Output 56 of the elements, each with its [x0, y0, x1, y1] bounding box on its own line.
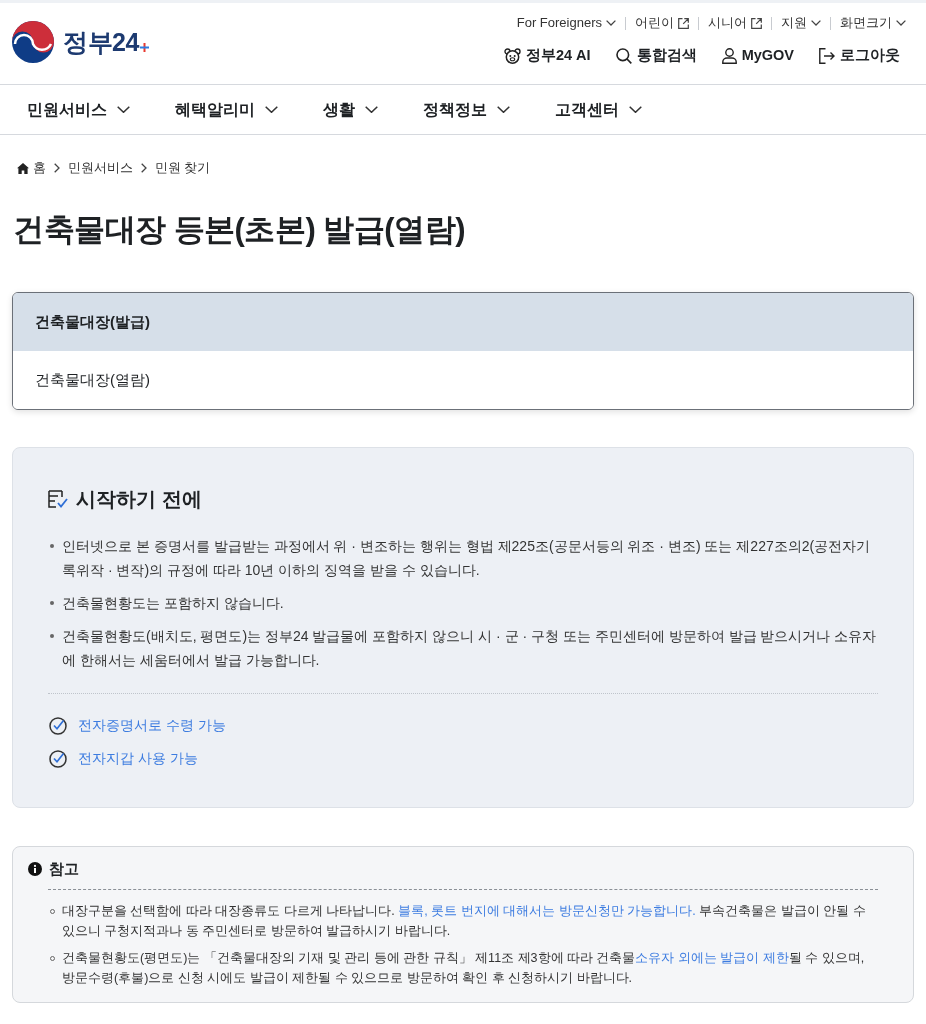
- reference-heading: 참고: [49, 858, 79, 879]
- external-link-icon: [678, 17, 689, 29]
- option-tab[interactable]: 건축물대장(열람): [13, 350, 913, 409]
- search-icon: [615, 47, 632, 64]
- bear-face-icon: [503, 47, 521, 64]
- nav-menu-item[interactable]: 혜택알리미: [175, 97, 278, 122]
- nav-menu-item[interactable]: 고객센터: [555, 97, 642, 122]
- logo-text[interactable]: 정부24: [63, 26, 139, 57]
- info-icon: [28, 861, 42, 876]
- feature-text: 전자지갑 사용 가능: [78, 749, 198, 769]
- utility-link[interactable]: 어린이: [635, 14, 689, 32]
- utility-link[interactable]: 시니어: [708, 14, 762, 32]
- nav-menu-item[interactable]: 생활: [323, 97, 378, 122]
- user-icon: [721, 47, 737, 64]
- bullet-icon: [50, 543, 54, 548]
- note-text: 건축물현황도는 포함하지 않습니다.: [62, 593, 284, 613]
- breadcrumb-link[interactable]: 홈: [17, 159, 46, 178]
- breadcrumb-link[interactable]: 민원 찾기: [155, 159, 211, 178]
- check-circle-icon: [49, 749, 67, 768]
- nav-menu-item[interactable]: 정책정보: [423, 97, 510, 122]
- note-text: 인터넷으로 본 증명서를 발급받는 과정에서 위 · 변조하는 행위는 형법 제225조(공문서등의 위조 · 변조) 또는 제227조의2(공전자기록위작 · 변작)의 규정에 따라 10년 이하의 징역을 받을 수 있습니다.: [62, 536, 872, 580]
- reference-text: 건축물현황도(평면도)는 「건축물대장의 기재 및 관리 등에 관한 규칙」 제11조 제3항에 따라 건축물소유자 외에는 발급이 제한될 수 있으며, 방문수령(후불)으로 신청 시에도 발급이 제한될 수 있으므로 방문하여 확인 후 신청하시기 바랍니다.: [62, 949, 866, 987]
- note-text: 건축물현황도(배치도, 평면도)는 정부24 발급물에 포함하지 않으니 시 · 군 · 구청 또는 주민센터에 방문하여 발급 받으시거나 소유자에 한해서는 세움터에서 발급 가능합니다.: [62, 626, 878, 670]
- chevron-down-icon: [606, 20, 616, 26]
- chevron-right-icon: [54, 163, 60, 174]
- breadcrumb-link[interactable]: 민원서비스: [68, 159, 133, 178]
- home-icon: [17, 162, 29, 174]
- logout-icon: [819, 47, 835, 64]
- chevron-down-icon: [811, 20, 821, 26]
- header-link[interactable]: MyGOV: [721, 45, 794, 67]
- checklist-icon: [48, 488, 68, 509]
- chevron-down-icon: [117, 106, 130, 113]
- external-link-icon: [751, 17, 762, 29]
- header-link[interactable]: 로그아웃: [819, 45, 900, 67]
- chevron-down-icon: [896, 20, 906, 26]
- option-tab[interactable]: 건축물대장(발급): [13, 292, 913, 351]
- chevron-down-icon: [497, 106, 510, 113]
- check-circle-icon: [49, 716, 67, 735]
- plus-icon: [139, 43, 149, 52]
- utility-link[interactable]: 지원: [781, 14, 821, 32]
- chevron-right-icon: [141, 163, 147, 174]
- page-title: 건축물대장 등본(초본) 발급(열람): [12, 210, 467, 249]
- bullet-icon: [50, 633, 54, 638]
- emblem-icon[interactable]: [12, 20, 54, 63]
- bullet-icon: [50, 600, 54, 605]
- reference-text: 대장구분을 선택함에 따라 대장종류도 다르게 나타납니다. 블록, 롯트 번지에 대해서는 방문신청만 가능합니다. 부속건축물은 발급이 안될 수 있으니 구청지적과나 동 주민센터로 방문하여 발급하시기 바랍니다.: [62, 902, 867, 940]
- utility-link[interactable]: 화면크기: [840, 14, 906, 32]
- utility-link[interactable]: For Foreigners: [516, 14, 616, 32]
- header-link[interactable]: 통합검색: [615, 45, 697, 67]
- chevron-down-icon: [629, 106, 642, 113]
- chevron-down-icon: [265, 106, 278, 113]
- chevron-down-icon: [365, 106, 378, 113]
- feature-text: 전자증명서로 수령 가능: [78, 716, 226, 736]
- section-heading: 시작하기 전에: [76, 486, 202, 512]
- nav-menu-item[interactable]: 민원서비스: [27, 97, 130, 122]
- header-link[interactable]: 정부24 AI: [503, 45, 591, 67]
